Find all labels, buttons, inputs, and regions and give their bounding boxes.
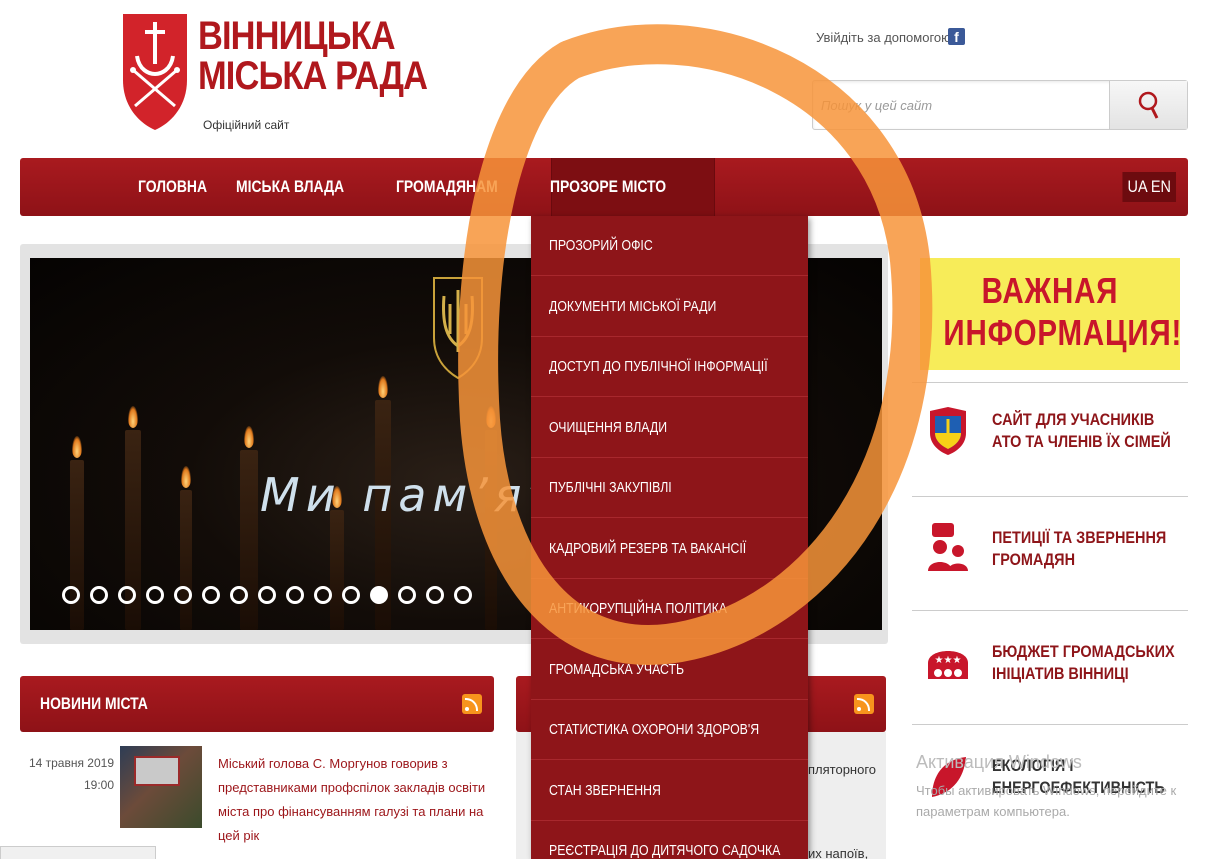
main-navigation: ГОЛОВНА МІСЬКА ВЛАДА ГРОМАДЯНАМ ПРОЗОРЕ … (20, 158, 1188, 216)
nav-item-citizens[interactable]: ГРОМАДЯНАМ (396, 158, 498, 216)
windows-activation-text: Чтобы активировать Windows, перейдите к … (916, 783, 1177, 819)
link-ato-participants[interactable]: САЙТ ДЛЯ УЧАСНИКІВ АТО ТА ЧЛЕНІВ ЇХ СІМЕ… (912, 382, 1188, 502)
slider-dot[interactable] (146, 586, 164, 604)
slider-dot[interactable] (286, 586, 304, 604)
dropdown-item-label: КАДРОВИЙ РЕЗЕРВ ТА ВАКАНСІЇ (549, 539, 747, 557)
news-date-day: 14 травня 2019 (28, 756, 114, 770)
link-budget-initiatives[interactable]: ★★★ БЮДЖЕТ ГРОМАДСЬКИХ ІНІЦІАТИВ ВІННИЦІ (912, 610, 1188, 730)
link-ato-line2: АТО ТА ЧЛЕНІВ ЇХ СІМЕЙ (992, 432, 1171, 451)
dropdown-item-label: АНТИКОРУПЦІЙНА ПОЛІТИКА (549, 600, 727, 617)
site-title-line2: МІСЬКА РАДА (198, 54, 428, 98)
slider-dot[interactable] (62, 586, 80, 604)
facebook-icon[interactable]: f (948, 28, 965, 45)
site-subtitle: Офіційний сайт (203, 118, 290, 132)
link-budget-line2: ІНІЦІАТИВ ВІННИЦІ (992, 664, 1129, 683)
candle-flame (378, 376, 388, 398)
slider-dot[interactable] (370, 586, 388, 604)
slider-dot[interactable] (174, 586, 192, 604)
search-button[interactable] (1109, 81, 1187, 129)
dropdown-item[interactable]: ДОКУМЕНТИ МІСЬКОЇ РАДИ (531, 277, 808, 337)
candle-flame (181, 466, 191, 488)
svg-text:★★★: ★★★ (935, 655, 962, 666)
dropdown-item[interactable]: КАДРОВИЙ РЕЗЕРВ ТА ВАКАНСІЇ (531, 519, 808, 579)
dropdown-item-label: СТАН ЗВЕРНЕННЯ (549, 781, 661, 799)
dropdown-item-label: ДОСТУП ДО ПУБЛІЧНОЇ ІНФОРМАЦІЇ (549, 358, 768, 375)
candle (180, 490, 192, 630)
news-date: 14 травня 2019 19:00 (20, 752, 114, 796)
link-ato-line1: САЙТ ДЛЯ УЧАСНИКІВ (992, 410, 1155, 429)
dropdown-item[interactable]: АНТИКОРУПЦІЙНА ПОЛІТИКА (531, 579, 808, 639)
petition-people-icon (928, 523, 968, 571)
dropdown-item[interactable]: ГРОМАДСЬКА УЧАСТЬ (531, 640, 808, 700)
slider-pagination (62, 586, 472, 604)
nav-item-home[interactable]: ГОЛОВНА (138, 158, 207, 216)
link-petitions-line1: ПЕТИЦІЇ ТА ЗВЕРНЕННЯ (992, 528, 1167, 547)
candle-flame (72, 436, 82, 458)
language-switcher[interactable]: UA EN (1122, 172, 1176, 202)
news-snippet[interactable]: их напоїв, (808, 846, 868, 859)
slider-dot[interactable] (90, 586, 108, 604)
news-snippet[interactable]: пляторного (808, 762, 876, 777)
dropdown-item-label: ДОКУМЕНТИ МІСЬКОЇ РАДИ (549, 297, 717, 315)
slider-dot[interactable] (258, 586, 276, 604)
nav-item-transparent-city[interactable]: ПРОЗОРЕ МІСТО (550, 158, 666, 216)
windows-activation-title: Активация Windows (916, 752, 1082, 772)
ato-shield-icon (930, 407, 966, 455)
login-with-facebook-label: Увійдіть за допомогою (816, 30, 951, 45)
slider-dot[interactable] (314, 586, 332, 604)
news-date-time: 19:00 (83, 778, 114, 792)
candle (330, 510, 344, 630)
city-coat-of-arms-logo[interactable] (119, 10, 191, 132)
dropdown-item-label: СТАТИСТИКА ОХОРОНИ ЗДОРОВ'Я (549, 721, 760, 738)
candle-flame (244, 426, 254, 448)
candle-flame (128, 406, 138, 428)
nav-item-city-government[interactable]: МІСЬКА ВЛАДА (236, 158, 344, 216)
important-info-banner[interactable]: ВАЖНАЯ ИНФОРМАЦИЯ! (920, 258, 1183, 370)
dropdown-item-label: ОЧИЩЕННЯ ВЛАДИ (549, 418, 668, 436)
slider-dot[interactable] (118, 586, 136, 604)
rss-icon[interactable] (462, 694, 482, 714)
dropdown-item[interactable]: ПУБЛІЧНІ ЗАКУПІВЛІ (531, 458, 808, 518)
news-thumbnail[interactable] (120, 746, 202, 828)
banner-line2: ИНФОРМАЦИЯ! (943, 312, 1183, 353)
dropdown-item[interactable]: ПРОЗОРИЙ ОФІС (531, 216, 808, 276)
slider-dot[interactable] (454, 586, 472, 604)
slider-dot[interactable] (398, 586, 416, 604)
budget-initiatives-icon: ★★★ (928, 651, 968, 679)
link-budget-line1: БЮДЖЕТ ГРОМАДСЬКИХ (992, 642, 1175, 661)
dropdown-item-label: РЕЄСТРАЦІЯ ДО ДИТЯЧОГО САДОЧКА (549, 842, 781, 859)
slider-dot[interactable] (342, 586, 360, 604)
transparent-city-dropdown: ПРОЗОРИЙ ОФІС ДОКУМЕНТИ МІСЬКОЇ РАДИ ДОСТУ… (531, 216, 808, 859)
slider-dot[interactable] (202, 586, 220, 604)
slide-caption: Ми пам’ят (260, 468, 561, 522)
city-news-header: НОВИНИ МІСТА (20, 676, 494, 732)
search-box (812, 80, 1188, 130)
candle (485, 430, 497, 630)
slider-dot[interactable] (230, 586, 248, 604)
site-title-line1: ВІННИЦЬКА (198, 14, 396, 58)
dropdown-item[interactable]: СТАН ЗВЕРНЕННЯ (531, 761, 808, 821)
presentation-screen (134, 756, 180, 786)
candle-flame (486, 406, 496, 428)
site-title[interactable]: ВІННИЦЬКА МІСЬКА РАДА (198, 14, 428, 98)
link-petitions-line2: ГРОМАДЯН (992, 550, 1076, 569)
dropdown-item-label: ГРОМАДСЬКА УЧАСТЬ (549, 660, 685, 678)
dropdown-item[interactable]: ДОСТУП ДО ПУБЛІЧНОЇ ІНФОРМАЦІЇ (531, 337, 808, 397)
dropdown-item[interactable]: РЕЄСТРАЦІЯ ДО ДИТЯЧОГО САДОЧКА (531, 821, 808, 859)
news-headline-link[interactable]: Міський голова С. Моргунов говорив з пре… (218, 752, 488, 848)
rss-icon[interactable] (854, 694, 874, 714)
browser-bottom-tab[interactable] (0, 846, 156, 859)
dropdown-item-label: ПРОЗОРИЙ ОФІС (549, 237, 653, 254)
dropdown-item[interactable]: СТАТИСТИКА ОХОРОНИ ЗДОРОВ'Я (531, 700, 808, 760)
slider-dot[interactable] (426, 586, 444, 604)
dropdown-item-label: ПУБЛІЧНІ ЗАКУПІВЛІ (549, 479, 672, 496)
ukraine-trident-icon (433, 277, 483, 380)
search-icon (1138, 91, 1159, 119)
dropdown-item[interactable]: ОЧИЩЕННЯ ВЛАДИ (531, 398, 808, 458)
search-input[interactable] (813, 81, 1109, 129)
city-news-title: НОВИНИ МІСТА (40, 694, 148, 713)
link-petitions[interactable]: ПЕТИЦІЇ ТА ЗВЕРНЕННЯ ГРОМАДЯН (912, 496, 1188, 616)
candle (70, 460, 84, 630)
banner-line1: ВАЖНАЯ (981, 270, 1119, 311)
